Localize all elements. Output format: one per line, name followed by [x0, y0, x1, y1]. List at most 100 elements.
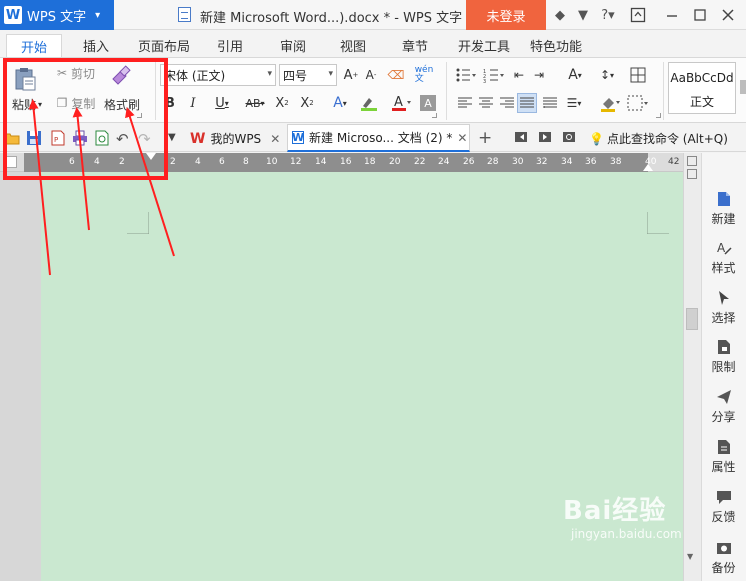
lightbulb-icon: 💡: [589, 131, 604, 146]
ruler-number: 12: [290, 157, 302, 167]
minimize-icon[interactable]: [661, 4, 683, 26]
refresh-icon[interactable]: [563, 130, 579, 146]
tab-page-layout[interactable]: 页面布局: [138, 36, 190, 55]
superscript-icon[interactable]: X2: [272, 94, 292, 112]
style-gallery-normal[interactable]: AaBbCcDd 正文: [668, 62, 736, 114]
subscript-icon[interactable]: X2: [297, 94, 317, 112]
wps-app-menu-label: WPS 文字: [27, 9, 87, 25]
ruler-number: 8: [243, 157, 249, 167]
dialog-launcher-icon[interactable]: [656, 113, 661, 118]
character-shading-icon[interactable]: A: [420, 95, 436, 111]
margin-corner-mark: [647, 212, 669, 234]
taskpane-new[interactable]: 新建: [701, 191, 746, 227]
document-tab[interactable]: W 新建 Microso... 文档 (2) * ✕: [287, 124, 470, 152]
taskpane-label: 选择: [711, 311, 736, 325]
ruler-number: 32: [536, 157, 548, 167]
grow-font-icon[interactable]: A +: [342, 66, 360, 84]
tab-developer[interactable]: 开发工具: [458, 36, 510, 55]
close-icon[interactable]: [717, 4, 739, 26]
tab-insert[interactable]: 插入: [83, 36, 109, 55]
scrollbar-thumb[interactable]: [686, 308, 698, 330]
taskpane-label: 反馈: [711, 510, 736, 524]
dialog-launcher-icon[interactable]: [432, 113, 437, 118]
style-preview: AaBbCcDd: [670, 71, 734, 85]
restrict-icon: [717, 340, 730, 354]
tshirt-icon[interactable]: ▼: [574, 6, 592, 24]
ruler-toggle-icon[interactable]: [687, 169, 697, 179]
shrink-font-icon[interactable]: A-: [362, 66, 380, 84]
borders-icon[interactable]: [628, 66, 648, 84]
command-search-label: 点此查找命令 (Alt+Q): [606, 132, 728, 146]
skin-icon[interactable]: ◆: [551, 6, 569, 24]
right-indent-marker[interactable]: [643, 164, 653, 171]
ruler-number: 18: [364, 157, 376, 167]
taskpane-select[interactable]: 选择: [701, 290, 746, 326]
font-family-select[interactable]: 宋体 (正文) ▾: [160, 64, 276, 86]
italic-icon[interactable]: I: [185, 94, 201, 112]
maximize-icon[interactable]: [689, 4, 711, 26]
pinyin-guide-icon[interactable]: wén 文: [410, 64, 438, 86]
scroll-up-icon[interactable]: [687, 156, 697, 166]
page-gutter: [0, 172, 41, 581]
ruler-number: 30: [512, 157, 524, 167]
clear-format-icon[interactable]: ⌫: [386, 66, 406, 84]
tab-review[interactable]: 审阅: [280, 36, 306, 55]
customize-toolbar-icon[interactable]: ▼: [168, 132, 184, 148]
bullet-list-icon[interactable]: [454, 66, 478, 84]
ruler-number: 22: [414, 157, 426, 167]
taskpane-restrict[interactable]: 限制: [701, 339, 746, 375]
align-left-icon[interactable]: [456, 94, 474, 112]
taskpane-styles[interactable]: A 样式: [701, 240, 746, 276]
annotation-highlight-box: [3, 58, 168, 180]
shading-icon[interactable]: [597, 94, 623, 112]
taskpane-label: 分享: [711, 410, 736, 424]
font-color-icon[interactable]: A: [388, 94, 414, 112]
help-icon[interactable]: ?▾: [597, 6, 619, 24]
command-search[interactable]: 💡 点此查找命令 (Alt+Q): [589, 130, 728, 147]
svg-text:3: 3: [483, 79, 486, 83]
tab-special-features[interactable]: 特色功能: [530, 36, 582, 55]
taskpane-label: 属性: [711, 460, 736, 474]
increase-indent-icon[interactable]: ⇥: [530, 66, 548, 84]
document-icon: W: [291, 131, 305, 144]
strikethrough-icon[interactable]: AB ▾: [240, 94, 270, 112]
font-family-value: 宋体 (正文): [164, 68, 226, 83]
taskpane-label: 新建: [711, 212, 736, 226]
taskpane-properties[interactable]: 属性: [701, 439, 746, 475]
my-wps-tab[interactable]: W 我的WPS ✕: [190, 130, 280, 147]
login-button[interactable]: 未登录: [466, 0, 546, 30]
chevron-down-icon: ▾: [95, 9, 101, 21]
ruler-number: 42: [668, 157, 680, 167]
highlight-color-icon[interactable]: [357, 94, 383, 112]
line-spacing-icon[interactable]: ↕ ▾: [594, 66, 620, 84]
align-center-icon[interactable]: [477, 94, 495, 112]
tab-home[interactable]: 开始: [6, 34, 62, 57]
chinese-layout-icon[interactable]: A ▾: [562, 66, 588, 84]
new-tab-button[interactable]: +: [478, 128, 492, 148]
border-dropdown-icon[interactable]: [625, 94, 651, 112]
forward-icon[interactable]: [539, 130, 555, 146]
tab-manager-icon[interactable]: [627, 4, 649, 26]
distributed-align-icon[interactable]: [541, 94, 559, 112]
watermark-brand: Bai经验: [563, 496, 667, 526]
decrease-indent-icon[interactable]: ⇤: [510, 66, 528, 84]
tab-view[interactable]: 视图: [340, 36, 366, 55]
tab-section[interactable]: 章节: [402, 36, 428, 55]
wps-app-menu[interactable]: W WPS 文字 ▾: [0, 0, 114, 30]
gallery-scroll[interactable]: [740, 80, 746, 94]
taskpane-share[interactable]: 分享: [701, 389, 746, 425]
underline-icon[interactable]: U ▾: [208, 94, 236, 112]
justify-icon[interactable]: [517, 93, 537, 113]
ruler-number: 4: [195, 157, 201, 167]
close-icon[interactable]: ✕: [457, 131, 467, 145]
paragraph-layout-icon[interactable]: ☰ ▾: [562, 94, 586, 112]
align-right-icon[interactable]: [498, 94, 516, 112]
text-effect-icon[interactable]: A ▾: [327, 94, 353, 112]
tab-references[interactable]: 引用: [217, 36, 243, 55]
styles-icon: A: [717, 241, 732, 255]
back-icon[interactable]: [515, 130, 531, 146]
window-title: 新建 Microsoft Word...).docx * - WPS 文字: [200, 11, 463, 26]
font-size-select[interactable]: 四号 ▾: [279, 64, 337, 86]
close-icon[interactable]: ✕: [270, 132, 280, 146]
numbered-list-icon[interactable]: 123: [482, 66, 506, 84]
